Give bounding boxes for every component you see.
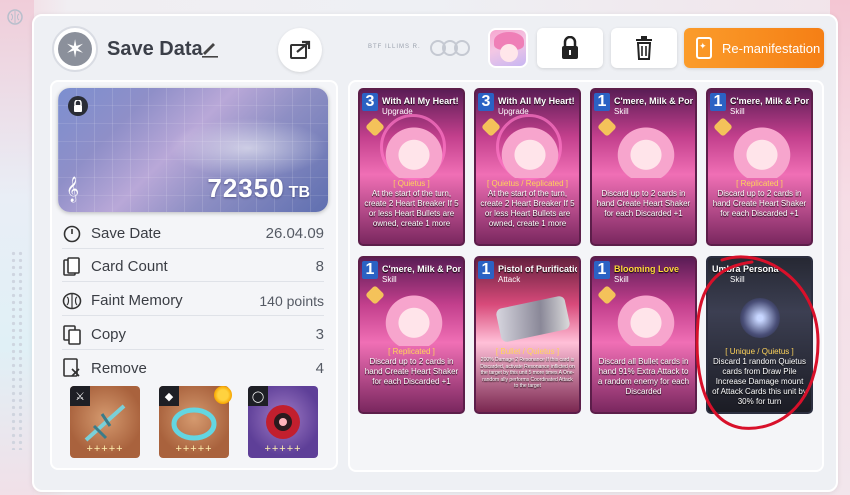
card-description: 200% Damage 2 Resonance If this card is …: [480, 357, 575, 389]
info-label: Save Date: [91, 225, 162, 242]
card-description: At the start of the turn, create 2 Heart…: [480, 189, 575, 228]
info-value: 26.04.09: [265, 225, 324, 242]
card-cost: 1: [710, 93, 726, 111]
card-umbra-persona[interactable]: Umbra Persona Skill [ Unique / Quietus ]…: [706, 256, 813, 414]
card-tag: [ Quietus ]: [393, 179, 430, 188]
remanifestation-label: Re-manifestation: [722, 40, 821, 56]
trash-icon: [636, 36, 652, 60]
brain-icon: [62, 291, 82, 311]
rings-decoration: [430, 38, 474, 56]
card-type: Skill: [614, 275, 629, 284]
card-cmere-milk-pong[interactable]: 1 C'mere, Milk & Pong! Skill Discard up …: [590, 88, 697, 246]
card-cost: 1: [478, 261, 494, 279]
remanifestation-button[interactable]: Re-manifestation: [684, 28, 824, 68]
info-row-copy: Copy 3: [62, 320, 324, 350]
info-row-save-date: Save Date 26.04.09: [62, 219, 324, 249]
card-type: Skill: [614, 107, 629, 116]
card-name: C'mere, Milk & Pong!: [382, 264, 461, 274]
card-type: Skill: [730, 107, 745, 116]
copy-icon: [62, 324, 82, 345]
card-cost: 3: [478, 93, 494, 111]
card-description: Discard up to 2 cards in hand Create Hea…: [596, 189, 691, 218]
card-tag: [ Bullet / Quietus ]: [495, 347, 560, 356]
card-tag: [ Quietus / Replicated ]: [487, 179, 568, 188]
rarity-stars: +++++: [175, 443, 213, 455]
rarity-stars: +++++: [264, 443, 302, 455]
card-description: Discard all Bullet cards in hand 91% Ext…: [597, 357, 690, 396]
info-label: Copy: [91, 326, 127, 343]
card-with-all-my-heart[interactable]: 3 With All My Heart! Upgrade [ Quietus ]…: [358, 88, 465, 246]
card-description: Discard up to 2 cards in hand Create Hea…: [712, 189, 807, 218]
clock-icon: [62, 224, 82, 244]
edit-pencil-icon[interactable]: [200, 38, 220, 63]
save-emblem-icon: ✶: [52, 26, 98, 72]
info-row-card-count: Card Count 8: [62, 252, 324, 282]
card-type: Skill: [730, 275, 745, 284]
capacity-card: 72350 TB: [58, 88, 328, 212]
info-value: 3: [315, 326, 324, 343]
info-value: 8: [315, 258, 324, 275]
delete-button[interactable]: [611, 28, 677, 68]
card-name: With All My Heart!: [382, 96, 459, 106]
remove-card-icon: [62, 358, 82, 378]
card-name: With All My Heart!: [498, 96, 575, 106]
brain-logo-icon: [6, 8, 24, 29]
card-cmere-milk-pong-replicated-2[interactable]: 1 C'mere, Milk & Pong! Skill [ Replicate…: [358, 256, 465, 414]
info-label: Card Count: [91, 258, 168, 275]
card-cost: 3: [362, 93, 378, 111]
card-type: Skill: [382, 275, 397, 284]
rarity-stars: +++++: [86, 443, 124, 455]
card-with-all-my-heart-replicated[interactable]: 3 With All My Heart! Upgrade [ Quietus /…: [474, 88, 581, 246]
card-cmere-milk-pong-replicated[interactable]: 1 C'mere, Milk & Pong! Skill [ Replicate…: [706, 88, 813, 246]
card-name: Blooming Love: [614, 264, 679, 274]
page-title: Save Data: [107, 38, 203, 60]
header-fine-print: BTF ILLIMS R.: [368, 44, 421, 50]
info-row-faint-memory: Faint Memory 140 points: [62, 286, 324, 316]
card-name: C'mere, Milk & Pong!: [614, 96, 693, 106]
treble-clef-icon: 𝄞: [66, 176, 80, 201]
card-sparkle-icon: [696, 37, 712, 59]
card-cost: 1: [594, 261, 610, 279]
card-name: Umbra Persona: [712, 264, 779, 274]
lock-button[interactable]: [537, 28, 603, 68]
character-avatar[interactable]: [488, 28, 528, 68]
capacity-lock-icon: [68, 96, 88, 116]
info-label: Faint Memory: [91, 292, 183, 309]
info-label: Remove: [91, 359, 147, 377]
share-button[interactable]: [278, 28, 322, 72]
card-description: Discard up to 2 cards in hand Create Hea…: [364, 357, 459, 386]
card-tag: [ Replicated ]: [736, 179, 783, 188]
equipment-ring[interactable]: ◯ +++++: [248, 386, 318, 458]
card-description: At the start of the turn, create 2 Heart…: [364, 189, 459, 228]
info-row-remove: Remove 4: [62, 353, 324, 383]
lock-icon: [562, 36, 578, 59]
card-name: C'mere, Milk & Pong!: [730, 96, 809, 106]
card-tag: [ Replicated ]: [388, 347, 435, 356]
equipment-weapon[interactable]: ⚔ +++++: [70, 386, 140, 458]
card-pistol-of-purification[interactable]: 1 Pistol of Purification Attack [ Bullet…: [474, 256, 581, 414]
card-type: Upgrade: [498, 107, 529, 116]
share-icon: [290, 40, 311, 59]
card-cost: 1: [594, 93, 610, 111]
card-name: Pistol of Purification: [498, 264, 577, 274]
cards-icon: [62, 256, 82, 277]
capacity-value: 72350: [207, 173, 285, 203]
card-blooming-love[interactable]: 1 Blooming Love Skill Discard all Bullet…: [590, 256, 697, 414]
capacity-readout: 72350 TB: [207, 173, 310, 204]
card-cost: 1: [362, 261, 378, 279]
card-type: Attack: [498, 275, 521, 284]
left-decoration: [0, 0, 34, 495]
info-value: 4: [315, 359, 324, 377]
card-description: Discard 1 random Quietus cards from Draw…: [712, 357, 807, 406]
info-value: 140 points: [259, 292, 324, 309]
card-tag: [ Unique / Quietus ]: [725, 347, 794, 356]
card-type: Upgrade: [382, 107, 413, 116]
sun-icon: [214, 386, 232, 404]
capacity-unit: TB: [288, 184, 310, 201]
dot-pattern: [10, 250, 24, 450]
